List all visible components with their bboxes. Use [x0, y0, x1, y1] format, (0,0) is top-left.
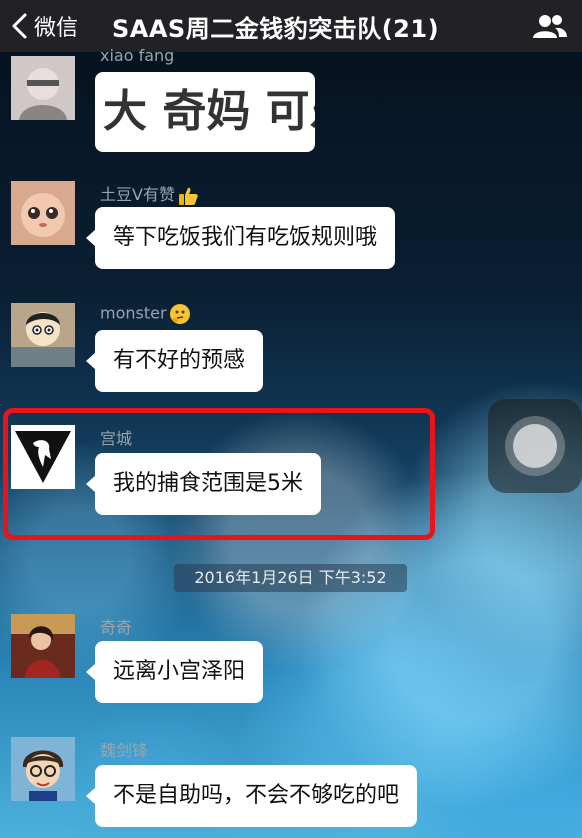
- back-button[interactable]: 微信: [10, 10, 78, 42]
- sender-name: monster: [100, 303, 191, 325]
- avatar[interactable]: [11, 56, 75, 120]
- timestamp: 2016年1月26日 下午3:52: [174, 564, 407, 592]
- chevron-left-icon: [12, 13, 27, 39]
- thinking-face-icon: [169, 304, 190, 324]
- avatar[interactable]: [11, 737, 75, 801]
- chat-title: SAAS周二金钱豹突击队(21): [112, 15, 440, 43]
- message-bubble[interactable]: 不是自助吗，不会不够吃的吧: [85, 765, 418, 827]
- sender-name: xiao fang: [100, 46, 175, 65]
- sender-name: 魏剑锋: [100, 741, 149, 760]
- sender-name: 奇奇: [100, 618, 133, 637]
- highlight-box: [3, 408, 435, 540]
- nav-bar: 微信 SAAS周二金钱豹突击队(21): [0, 0, 582, 52]
- message-bubble[interactable]: 远离小宫泽阳: [85, 641, 264, 703]
- sender-name: 土豆V有赞: [100, 181, 199, 207]
- avatar[interactable]: [11, 181, 75, 245]
- thumbs-up-icon: [178, 187, 198, 205]
- message-bubble[interactable]: 等下吃饭我们有吃饭规则哦: [85, 207, 396, 269]
- group-members-icon[interactable]: [532, 12, 568, 40]
- avatar[interactable]: [11, 614, 75, 678]
- back-label: 微信: [34, 16, 79, 41]
- message-bubble[interactable]: 有不好的预感: [85, 330, 264, 392]
- avatar[interactable]: [11, 303, 75, 367]
- assistive-touch-button[interactable]: [488, 399, 582, 493]
- message-bubble[interactable]: 大 奇妈 可乐: [95, 72, 315, 152]
